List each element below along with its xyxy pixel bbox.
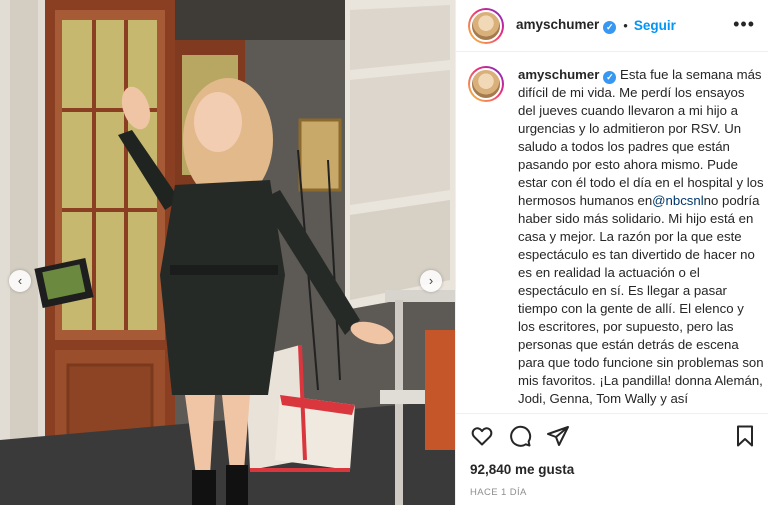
follow-button[interactable]: Seguir — [634, 18, 676, 33]
action-bar — [456, 413, 768, 457]
stage-photo-illustration — [0, 0, 455, 505]
heart-icon[interactable] — [470, 424, 494, 448]
comment-icon[interactable] — [508, 424, 532, 448]
verified-badge-icon: ✓ — [603, 71, 617, 84]
likes-count[interactable]: 92,840 me gusta — [470, 462, 574, 477]
share-icon[interactable] — [546, 424, 570, 448]
caption-username[interactable]: amyschumer — [518, 67, 599, 82]
avatar[interactable] — [468, 7, 504, 44]
post-header: amyschumer ✓ • Seguir ••• — [456, 0, 768, 52]
carousel-prev-button[interactable]: ‹ — [9, 270, 31, 292]
caption-block: amyschumer ✓ Esta fue la semana más difíc… — [468, 66, 764, 408]
post-side-panel: amyschumer ✓ • Seguir ••• amyschumer ✓ Est… — [455, 0, 768, 505]
carousel-next-button[interactable]: › — [420, 270, 442, 292]
mention-link[interactable]: @nbcsnl — [652, 193, 704, 208]
caption-body-end: no podría haber sido más solidario. Mi h… — [518, 193, 764, 406]
separator-dot: • — [623, 18, 628, 33]
verified-badge-icon: ✓ — [603, 21, 617, 34]
post-photo[interactable]: ‹ › — [0, 0, 455, 505]
more-options-icon[interactable]: ••• — [733, 14, 755, 35]
caption-text: amyschumer ✓ Esta fue la semana más difíc… — [518, 66, 764, 408]
header-username[interactable]: amyschumer ✓ — [516, 17, 617, 34]
username-text[interactable]: amyschumer — [516, 17, 599, 32]
post-timestamp[interactable]: HACE 1 DÍA — [470, 487, 527, 498]
caption-avatar[interactable] — [468, 66, 504, 102]
bookmark-icon[interactable] — [733, 424, 757, 448]
caption-body-start: Esta fue la semana más difícil de mi vid… — [518, 67, 764, 208]
